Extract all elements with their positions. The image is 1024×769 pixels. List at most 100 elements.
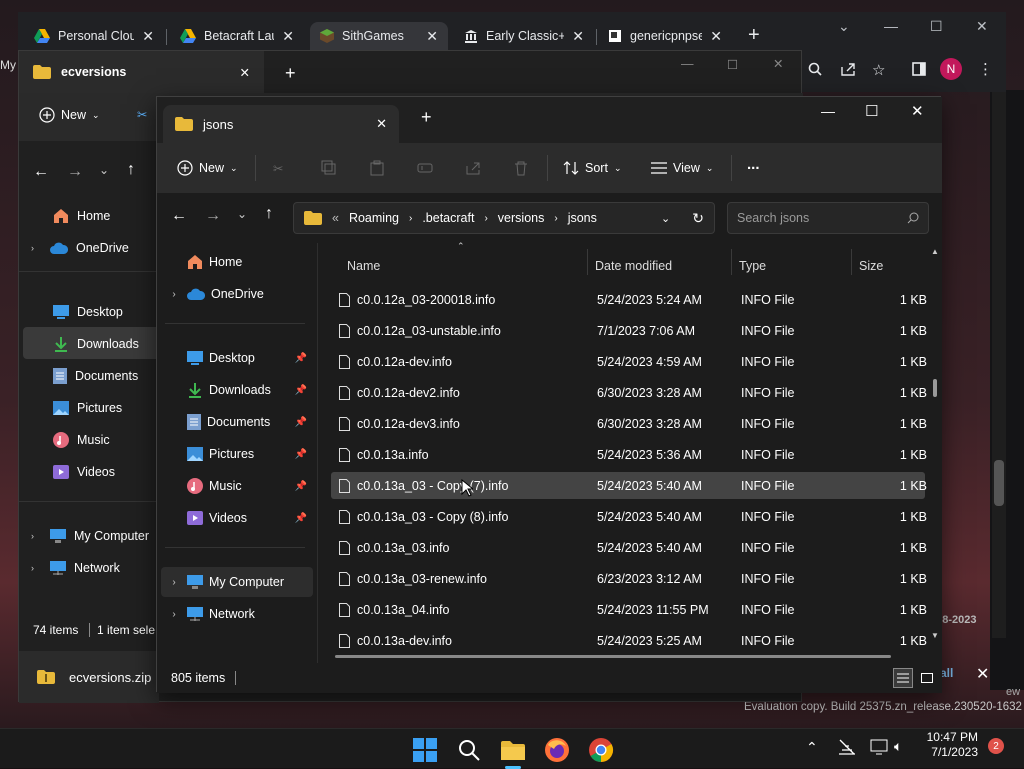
sidebar-item-my-computer[interactable]: › My Computer bbox=[31, 521, 149, 551]
nav-item-network[interactable]: › Network bbox=[161, 599, 313, 629]
scrollbar-thumb[interactable] bbox=[994, 460, 1004, 506]
close-tab-icon[interactable]: ✕ bbox=[572, 28, 584, 45]
paste-icon[interactable] bbox=[369, 155, 385, 181]
new-button[interactable]: New ⌄ bbox=[39, 107, 100, 123]
share-icon[interactable] bbox=[465, 155, 481, 181]
search-input[interactable]: Search jsons bbox=[727, 202, 929, 234]
column-header-name[interactable]: Name bbox=[347, 251, 380, 281]
sort-button[interactable]: Sort ⌄ bbox=[563, 155, 621, 181]
tiles-view-button[interactable] bbox=[917, 668, 937, 688]
scrollbar[interactable] bbox=[992, 90, 1006, 638]
horizontal-scrollbar[interactable] bbox=[335, 655, 891, 658]
file-row[interactable]: c0.0.12a-dev2.info 6/30/2023 3:28 AM INFO … bbox=[331, 379, 927, 406]
back-icon[interactable]: ← bbox=[171, 207, 187, 225]
profile-avatar[interactable]: N bbox=[940, 58, 962, 80]
file-row[interactable]: c0.0.13a_03 - Copy (7).info 5/24/2023 5:4… bbox=[331, 472, 927, 499]
new-tab-button[interactable]: + bbox=[421, 107, 432, 128]
search-icon[interactable] bbox=[456, 737, 482, 763]
close-tab-icon[interactable]: ✕ bbox=[426, 28, 438, 45]
recent-locations-icon[interactable]: ⌄ bbox=[99, 163, 109, 177]
file-row[interactable]: c0.0.12a-dev.info 5/24/2023 4:59 AM INFO F… bbox=[331, 348, 927, 375]
column-header-type[interactable]: Type bbox=[739, 251, 766, 281]
close-tab-icon[interactable]: ✕ bbox=[376, 116, 387, 132]
close-icon[interactable]: ✕ bbox=[976, 664, 989, 684]
chrome-tab-active[interactable]: SithGames ✕ bbox=[310, 22, 448, 50]
bg-tab[interactable]: ecversions ✕ bbox=[19, 51, 264, 93]
minimize-button[interactable]: — bbox=[681, 57, 694, 71]
volume-icon[interactable]: 🔈︎ bbox=[894, 738, 902, 755]
breadcrumb-versions[interactable]: versions bbox=[498, 211, 545, 225]
sidebar-item-downloads[interactable]: Downloads bbox=[53, 329, 139, 359]
close-button[interactable]: ✕ bbox=[773, 56, 783, 71]
sidebar-item-documents[interactable]: Documents bbox=[53, 361, 138, 391]
tab-jsons[interactable]: jsons ✕ bbox=[163, 105, 399, 143]
breadcrumb-betacraft[interactable]: .betacraft bbox=[422, 211, 474, 225]
file-row[interactable]: c0.0.12a_03-200018.info 5/24/2023 5:24 AM… bbox=[331, 286, 927, 313]
delete-icon[interactable] bbox=[513, 155, 529, 181]
forward-icon[interactable]: → bbox=[205, 207, 221, 225]
notification-badge[interactable]: 2 bbox=[988, 738, 1004, 754]
file-row[interactable]: c0.0.12a_03-unstable.info 7/1/2023 7:06 A… bbox=[331, 317, 927, 344]
up-icon[interactable]: ↑ bbox=[265, 205, 273, 223]
close-button[interactable]: ✕ bbox=[911, 102, 924, 120]
minimize-button[interactable]: — bbox=[884, 18, 898, 34]
column-header-size[interactable]: Size bbox=[859, 251, 883, 281]
file-row[interactable]: c0.0.13a.info 5/24/2023 5:36 AM INFO File 1… bbox=[331, 441, 927, 468]
file-row[interactable]: c0.0.13a-dev.info 5/24/2023 5:25 AM INFO F… bbox=[331, 627, 927, 654]
back-icon[interactable]: ← bbox=[33, 163, 49, 181]
minimize-button[interactable]: — bbox=[821, 103, 835, 119]
sidebar-item-network[interactable]: › Network bbox=[31, 553, 120, 583]
close-tab-icon[interactable]: ✕ bbox=[282, 28, 294, 45]
scrollbar-thumb[interactable] bbox=[933, 379, 937, 397]
clock[interactable]: 10:47 PM 7/1/2023 bbox=[924, 730, 978, 760]
file-row[interactable]: c0.0.13a_03 - Copy (8).info 5/24/2023 5:4… bbox=[331, 503, 927, 530]
cut-icon[interactable]: ✂ bbox=[137, 107, 147, 122]
up-icon[interactable]: ↑ bbox=[127, 161, 135, 179]
sidebar-item-home[interactable]: Home bbox=[53, 201, 110, 231]
more-options-button[interactable]: ... bbox=[747, 151, 760, 177]
tab-search-icon[interactable]: ⌄ bbox=[838, 18, 850, 35]
nav-item-home[interactable]: Home bbox=[161, 247, 313, 277]
nav-item-downloads[interactable]: Downloads 📌 bbox=[161, 375, 313, 405]
nav-item-pictures[interactable]: Pictures 📌 bbox=[161, 439, 313, 469]
maximize-button[interactable]: ☐ bbox=[865, 102, 878, 120]
network-off-icon[interactable] bbox=[838, 739, 856, 755]
column-header-date[interactable]: Date modified bbox=[595, 251, 672, 281]
refresh-icon[interactable]: ↻ bbox=[692, 210, 704, 227]
start-button[interactable] bbox=[412, 737, 438, 763]
breadcrumb-roaming[interactable]: Roaming bbox=[349, 211, 399, 225]
vertical-scrollbar[interactable]: ▲ ▼ bbox=[929, 243, 942, 643]
recent-locations-icon[interactable]: ⌄ bbox=[237, 207, 247, 221]
chrome-tab[interactable]: genericpnpsen ✕ bbox=[598, 22, 732, 50]
file-row[interactable]: c0.0.13a_04.info 5/24/2023 11:55 PM INFO F… bbox=[331, 596, 927, 623]
side-panel-icon[interactable] bbox=[912, 62, 926, 76]
new-tab-button[interactable]: + bbox=[748, 24, 760, 47]
close-button[interactable]: ✕ bbox=[976, 18, 988, 35]
cut-icon[interactable]: ✂ bbox=[273, 155, 283, 181]
nav-item-onedrive[interactable]: › OneDrive bbox=[161, 279, 313, 309]
file-row[interactable]: c0.0.13a_03-renew.info 6/23/2023 3:12 AM I… bbox=[331, 565, 927, 592]
breadcrumb-overflow[interactable]: « bbox=[332, 211, 339, 225]
chevron-down-icon[interactable]: ⌄ bbox=[661, 212, 670, 225]
forward-icon[interactable]: → bbox=[67, 163, 83, 181]
sidebar-item-pictures[interactable]: Pictures bbox=[53, 393, 122, 423]
firefox-icon[interactable] bbox=[544, 737, 570, 763]
new-button[interactable]: New ⌄ bbox=[177, 155, 238, 181]
chrome-tab[interactable]: Early Classic+ ✕ bbox=[454, 22, 594, 50]
address-bar[interactable]: « Roaming › .betacraft › versions › json… bbox=[293, 202, 715, 234]
file-explorer-icon[interactable] bbox=[500, 737, 526, 763]
nav-item-desktop[interactable]: Desktop 📌 bbox=[161, 343, 313, 373]
details-view-button[interactable] bbox=[893, 668, 913, 688]
maximize-button[interactable]: ☐ bbox=[930, 18, 943, 35]
close-tab-icon[interactable]: ✕ bbox=[240, 65, 250, 80]
display-icon[interactable] bbox=[870, 739, 888, 755]
download-bar[interactable]: ecversions.zip bbox=[19, 651, 159, 703]
copy-icon[interactable] bbox=[321, 155, 337, 181]
file-row[interactable]: c0.0.13a_03.info 5/24/2023 5:40 AM INFO Fi… bbox=[331, 534, 927, 561]
close-tab-icon[interactable]: ✕ bbox=[142, 28, 154, 45]
chrome-icon[interactable] bbox=[588, 737, 614, 763]
sidebar-item-desktop[interactable]: Desktop bbox=[53, 297, 123, 327]
nav-item-my-computer[interactable]: › My Computer bbox=[161, 567, 313, 597]
sidebar-item-music[interactable]: Music bbox=[53, 425, 110, 455]
maximize-button[interactable]: ☐ bbox=[727, 57, 738, 72]
